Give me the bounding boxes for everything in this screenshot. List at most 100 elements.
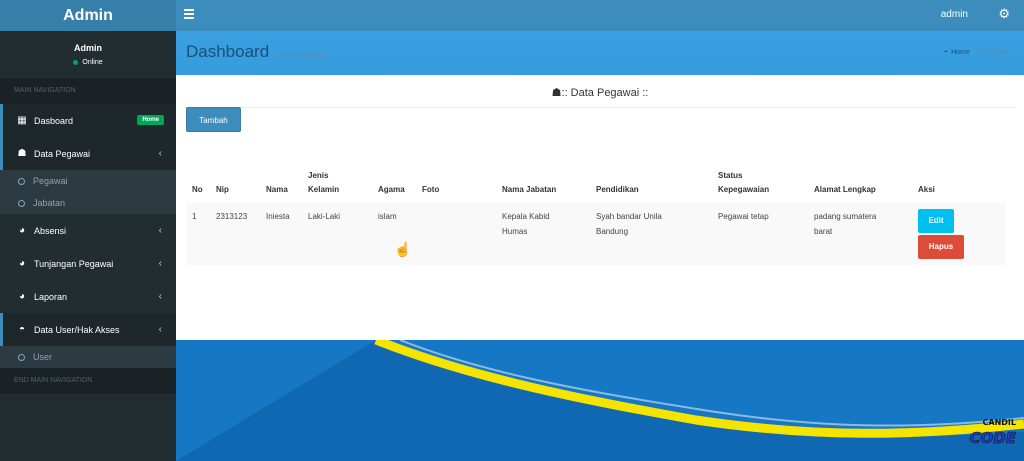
svg-text:CANDIL: CANDIL <box>983 418 1016 427</box>
box-title-text: :: Data Pegawai :: <box>561 87 649 99</box>
sidebar-item-data-user[interactable]: ◓ Data User/Hak Akses ‹ <box>0 313 176 346</box>
user-panel: Admin Online <box>0 31 176 78</box>
divider <box>184 107 1016 108</box>
col-pendidikan: Pendidikan <box>596 185 639 194</box>
cell-nama: Iniesta <box>266 212 290 221</box>
sidebar-item-pegawai[interactable]: Pegawai <box>0 170 176 192</box>
table-row: 1 2313123 Iniesta Laki-Laki islam Kepala… <box>186 203 1006 265</box>
cell-alamat: padang sumatera barat <box>808 203 912 265</box>
users-icon: ☗ <box>551 87 562 99</box>
sidebar-item-label: Dasboard <box>34 115 74 126</box>
tambah-button[interactable]: Tambah <box>186 107 241 132</box>
circle-icon <box>18 199 25 207</box>
breadcrumb: ◓ Home Dashboard <box>944 49 1010 56</box>
table-header-row: No Nip Nama Jenis Kelamin Agama Foto Nama… <box>186 167 1006 203</box>
breadcrumb-home[interactable]: Home <box>951 49 970 56</box>
sidebar-item-label: Data Pegawai <box>34 148 91 159</box>
header-line: Kepegawaian <box>718 185 770 194</box>
pie-chart-icon: ◕ <box>18 258 26 269</box>
svg-text:CODE: CODE <box>970 429 1017 447</box>
sidebar-item-label: Absensi <box>34 225 67 236</box>
cell-jenis-kelamin: Laki-Laki <box>308 212 341 221</box>
circle-icon <box>18 353 25 361</box>
cell-line: padang sumatera <box>814 212 877 221</box>
home-badge: Home <box>137 115 164 125</box>
chevron-left-icon: ‹ <box>158 148 162 159</box>
cell-line: Humas <box>502 227 528 236</box>
sidebar-item-label: User <box>33 352 53 362</box>
cell-line: Bandung <box>596 227 629 236</box>
users-icon: ☗ <box>17 148 27 159</box>
edit-button[interactable]: Edit <box>918 209 954 233</box>
dashboard-icon: ▦ <box>17 115 27 126</box>
cell-status: Pegawai tetap <box>718 212 769 221</box>
sidebar-item-label: Data User/Hak Akses <box>34 324 120 335</box>
col-agama: Agama <box>378 185 405 194</box>
page-subtitle: Control panel <box>276 50 324 59</box>
nav-header: MAIN NAVIGATION <box>0 78 176 104</box>
chevron-left-icon: ‹ <box>158 291 162 302</box>
sidebar-item-label: Pegawai <box>33 176 68 186</box>
sidebar-item-data-pegawai[interactable]: ☗ Data Pegawai ‹ <box>0 137 176 170</box>
sidebar-item-label: Jabatan <box>33 198 66 208</box>
sidebar-item-label: Laporan <box>34 291 68 302</box>
pegawai-table: No Nip Nama Jenis Kelamin Agama Foto Nama… <box>186 167 1006 265</box>
hand-cursor-icon: ☝ <box>394 241 412 257</box>
pie-chart-icon: ◕ <box>18 225 26 236</box>
col-aksi: Aksi <box>918 185 935 194</box>
content-header: Dashboard Control panel ◓ Home Dashboard <box>176 31 1024 75</box>
header-line: Kelamin <box>308 185 340 194</box>
user-panel-status: Online <box>0 59 176 66</box>
online-dot-icon <box>73 59 79 65</box>
col-nama-jabatan: Nama Jabatan <box>502 185 557 194</box>
nav-footer: END MAIN NAVIGATION <box>0 368 176 394</box>
sidebar-item-user[interactable]: User <box>0 346 176 368</box>
pie-chart-icon: ◕ <box>18 291 26 302</box>
col-no: No <box>192 185 203 194</box>
dashboard-icon: ◓ <box>943 49 949 56</box>
col-status: Status Kepegawaian <box>712 167 808 203</box>
sidebar-item-jabatan[interactable]: Jabatan <box>0 192 176 214</box>
circle-icon <box>18 177 25 185</box>
submenu-data-pegawai: Pegawai Jabatan <box>0 170 176 214</box>
col-nama: Nama <box>266 185 288 194</box>
watermark-logo: CANDIL CODE <box>966 411 1018 451</box>
col-jenis-kelamin: Jenis Kelamin <box>302 167 372 203</box>
header-line: Jenis <box>308 171 329 180</box>
cell-line: barat <box>814 227 833 236</box>
sidebar-item-laporan[interactable]: ◕ Laporan ‹ <box>0 280 176 313</box>
dashboard-gauge-icon: ◓ <box>18 324 26 335</box>
brand-logo[interactable]: Admin <box>0 0 176 31</box>
sidebar-item-absensi[interactable]: ◕ Absensi ‹ <box>0 214 176 247</box>
box-title: ☗:: Data Pegawai :: <box>176 75 1024 99</box>
cell-aksi: Edit Hapus <box>912 203 1006 265</box>
cell-pendidikan: Syah bandar Unila Bandung <box>590 203 712 265</box>
header-line: Status <box>718 171 743 180</box>
data-pegawai-box: ☗:: Data Pegawai :: Tambah No Nip Nama J… <box>176 75 1024 340</box>
menu-toggle-icon[interactable] <box>184 9 194 19</box>
chevron-left-icon: ‹ <box>158 258 162 269</box>
app-window: Admin admin ⚙ Admin Online MAIN NAVIGATI… <box>0 0 1024 461</box>
chevron-left-icon: ‹ <box>158 324 162 335</box>
status-label: Online <box>82 59 103 66</box>
main-content: Dashboard Control panel ◓ Home Dashboard ☗… <box>176 31 1024 461</box>
sidebar-item-label: Tunjangan Pegawai <box>34 258 114 269</box>
breadcrumb-current: Dashboard <box>975 49 1010 56</box>
hapus-button[interactable]: Hapus <box>918 235 964 259</box>
sidebar-item-dasboard[interactable]: ▦ Dasboard Home <box>0 104 176 137</box>
cell-line: Kepala Kabid <box>502 212 550 221</box>
cell-line: Syah bandar Unila <box>596 212 662 221</box>
cell-nama-jabatan: Kepala Kabid Humas <box>496 203 590 265</box>
sidebar: Admin Online MAIN NAVIGATION ▦ Dasboard … <box>0 31 176 461</box>
page-title: Dashboard <box>186 42 270 61</box>
col-alamat: Alamat Lengkap <box>814 185 876 194</box>
user-panel-name: Admin <box>74 43 102 53</box>
user-menu[interactable]: admin <box>941 9 968 20</box>
chevron-left-icon: ‹ <box>158 225 162 236</box>
gears-icon[interactable]: ⚙ <box>998 6 1010 22</box>
sidebar-item-tunjangan-pegawai[interactable]: ◕ Tunjangan Pegawai ‹ <box>0 247 176 280</box>
cell-no: 1 <box>192 212 197 221</box>
col-foto: Foto <box>422 185 440 194</box>
top-navbar: admin ⚙ <box>176 0 1024 31</box>
cell-foto <box>416 203 496 265</box>
